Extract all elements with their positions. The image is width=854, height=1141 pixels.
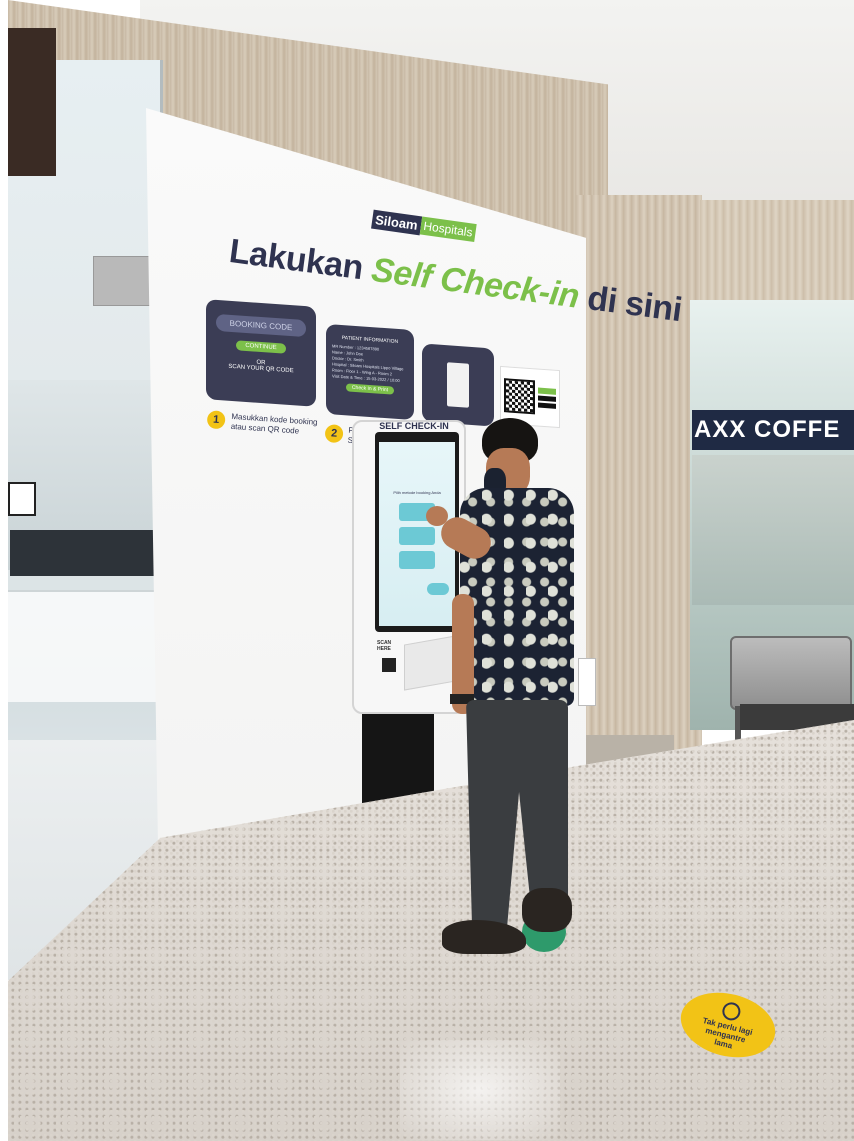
kiosk-option-button[interactable] (399, 527, 435, 545)
clinic-counter (8, 590, 156, 702)
kiosk-option-button[interactable] (399, 551, 435, 569)
floor-reflection (400, 1040, 560, 1140)
person (426, 418, 580, 958)
patient-info-card: PATIENT INFORMATION MR Number : 12345678… (326, 323, 414, 421)
person-hand (426, 506, 448, 526)
photo-scene: AXX COFFE Siloam Hospitals Lakukan Self … (0, 0, 854, 1141)
door-header (8, 28, 56, 176)
kiosk-scan-label: SCAN HERE (377, 640, 391, 652)
booking-code-card: BOOKING CODE CONTINUE OR SCAN YOUR QR CO… (206, 299, 316, 407)
siloam-logo-icon (538, 387, 556, 395)
booking-code-heading: BOOKING CODE (216, 313, 306, 338)
person-shoe-left (442, 920, 526, 954)
waiting-bench (730, 636, 852, 710)
door-side-sign (8, 482, 36, 516)
google-play-badge (538, 402, 556, 409)
person-shoe-right (522, 888, 572, 932)
step-2: 2 P S (324, 424, 354, 446)
cafe-interior (692, 455, 854, 605)
booking-code-continue: CONTINUE (236, 340, 286, 354)
step-number: 1 (206, 410, 226, 430)
kiosk-header-text: SELF CHECK-IN (379, 421, 449, 431)
ticket-icon (447, 362, 469, 408)
clinic-desk (10, 530, 154, 576)
app-store-badge (538, 395, 556, 402)
step-number: 2 (324, 424, 344, 444)
receipt-printer-slot (382, 658, 396, 672)
brand-name-part1: Siloam (371, 209, 422, 235)
cafe-sign: AXX COFFE (692, 410, 854, 450)
clock-icon (720, 1000, 743, 1022)
qr-code-icon (504, 378, 535, 415)
person-shirt (460, 488, 574, 706)
print-ticket-card (422, 343, 494, 427)
cafe-sign-text: AXX COFFE (694, 416, 841, 443)
power-outlet (578, 658, 596, 706)
scan-label-line2: HERE (377, 646, 391, 652)
photo-left-border (0, 0, 8, 1141)
app-store-badges (538, 387, 556, 409)
patient-info-button: Check In & Print (346, 383, 394, 395)
right-upper-wall (700, 200, 854, 300)
